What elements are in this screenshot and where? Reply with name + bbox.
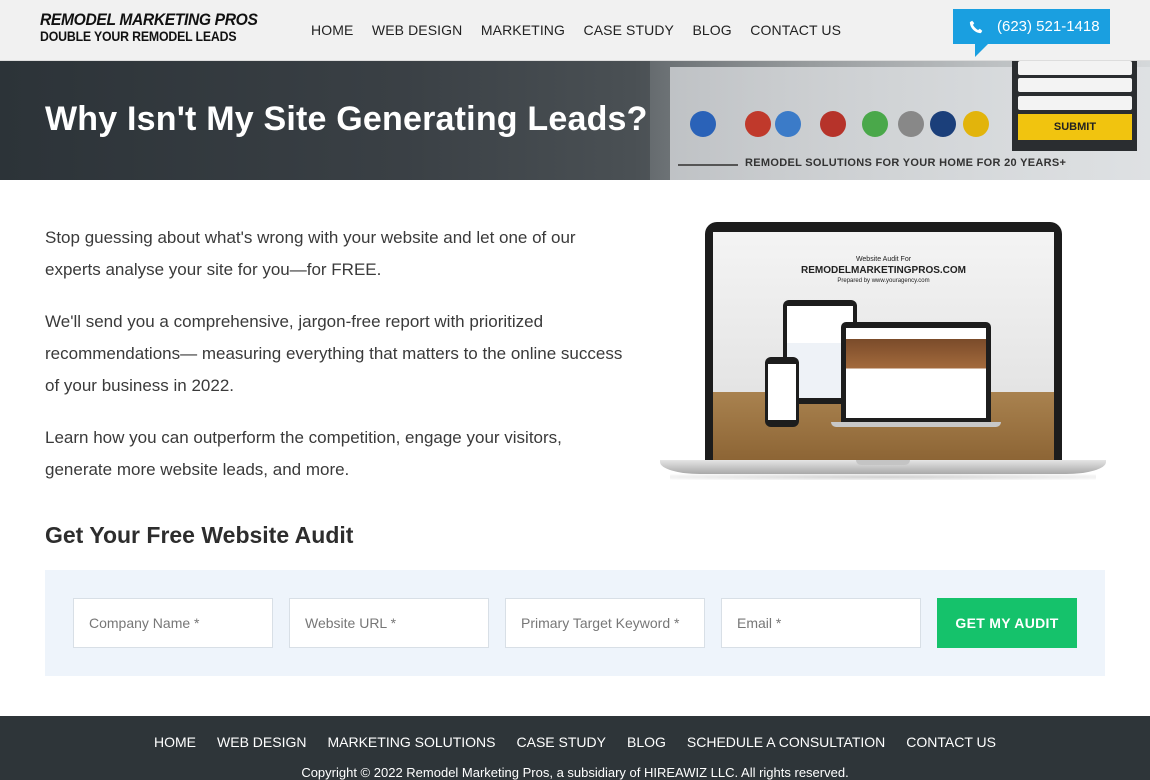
laptop-shadow bbox=[670, 474, 1096, 480]
screen-audit-domain: REMODELMARKETINGPROS.COM bbox=[801, 265, 966, 276]
nav-case-study[interactable]: CASE STUDY bbox=[584, 22, 674, 38]
get-my-audit-button[interactable]: GET MY AUDIT bbox=[937, 598, 1077, 648]
logo[interactable]: REMODEL MARKETING PROS DOUBLE YOUR REMOD… bbox=[40, 10, 276, 43]
phone-device bbox=[765, 357, 799, 427]
badge-icon bbox=[775, 111, 801, 137]
website-url-input[interactable] bbox=[289, 598, 489, 648]
nav-blog[interactable]: BLOG bbox=[692, 22, 731, 38]
site-footer: HOME WEB DESIGN MARKETING SOLUTIONS CASE… bbox=[0, 716, 1150, 780]
footer-nav-contact-us[interactable]: CONTACT US bbox=[906, 734, 996, 750]
badge-icon bbox=[690, 111, 716, 137]
hero-form-field bbox=[1018, 96, 1132, 110]
phone-icon bbox=[969, 20, 983, 34]
page-title: Why Isn't My Site Generating Leads? bbox=[45, 100, 648, 138]
email-input[interactable] bbox=[721, 598, 921, 648]
phone-bubble-tail bbox=[975, 44, 988, 57]
hero-tagline-rule bbox=[678, 164, 738, 166]
intro-paragraph: Learn how you can outperform the competi… bbox=[45, 428, 562, 479]
hero-form-field bbox=[1018, 61, 1132, 75]
footer-nav-home[interactable]: HOME bbox=[154, 734, 196, 750]
footer-nav-schedule-consultation[interactable]: SCHEDULE A CONSULTATION bbox=[687, 734, 885, 750]
copyright-text: Copyright © 2022 Remodel Marketing Pros,… bbox=[301, 765, 849, 780]
footer-nav-case-study[interactable]: CASE STUDY bbox=[517, 734, 606, 750]
logo-title: REMODEL MARKETING PROS bbox=[40, 10, 258, 29]
badge-icon bbox=[745, 111, 771, 137]
company-name-input[interactable] bbox=[73, 598, 273, 648]
audit-form: GET MY AUDIT bbox=[45, 570, 1105, 676]
footer-nav: HOME WEB DESIGN MARKETING SOLUTIONS CASE… bbox=[0, 734, 1150, 750]
screen-audit-prepared: Prepared by www.youragency.com bbox=[837, 278, 930, 284]
hero-form-field bbox=[1018, 78, 1132, 92]
badge-icon bbox=[862, 111, 888, 137]
footer-nav-marketing-solutions[interactable]: MARKETING SOLUTIONS bbox=[327, 734, 495, 750]
intro-copy: Stop guessing about what's wrong with yo… bbox=[45, 222, 625, 506]
nav-marketing[interactable]: MARKETING bbox=[481, 22, 565, 38]
site-header: REMODEL MARKETING PROS DOUBLE YOUR REMOD… bbox=[0, 0, 1150, 61]
main-nav: HOME WEB DESIGN MARKETING CASE STUDY BLO… bbox=[311, 22, 860, 38]
nav-contact-us[interactable]: CONTACT US bbox=[750, 22, 841, 38]
footer-nav-web-design[interactable]: WEB DESIGN bbox=[217, 734, 306, 750]
intro-paragraph: We'll send you a comprehensive, jargon-f… bbox=[45, 312, 623, 395]
hero-submit-image: SUBMIT bbox=[1018, 114, 1132, 140]
logo-tagline: DOUBLE YOUR REMODEL LEADS bbox=[40, 28, 237, 44]
intro-paragraph: Stop guessing about what's wrong with yo… bbox=[45, 228, 576, 279]
laptop-mockup-image: Website Audit For REMODELMARKETINGPROS.C… bbox=[660, 220, 1106, 482]
badge-icon bbox=[963, 111, 989, 137]
phone-button[interactable]: (623) 521-1418 bbox=[953, 9, 1110, 57]
target-keyword-input[interactable] bbox=[505, 598, 705, 648]
nav-web-design[interactable]: WEB DESIGN bbox=[372, 22, 462, 38]
screen-audit-label: Website Audit For bbox=[855, 256, 912, 263]
badge-icon bbox=[898, 111, 924, 137]
badge-icon bbox=[820, 111, 846, 137]
laptop-screen: Website Audit For REMODELMARKETINGPROS.C… bbox=[713, 232, 1054, 460]
phone-number: (623) 521-1418 bbox=[997, 18, 1100, 35]
audit-heading: Get Your Free Website Audit bbox=[45, 522, 354, 548]
small-laptop-base bbox=[831, 422, 1001, 427]
badge-icon bbox=[930, 111, 956, 137]
hero-tagline: REMODEL SOLUTIONS FOR YOUR HOME FOR 20 Y… bbox=[745, 157, 1067, 169]
laptop-notch bbox=[856, 460, 910, 465]
hero-banner: SUBMIT REMODEL SOLUTIONS FOR YOUR HOME F… bbox=[0, 61, 1150, 180]
footer-nav-blog[interactable]: BLOG bbox=[627, 734, 666, 750]
nav-home[interactable]: HOME bbox=[311, 22, 353, 38]
laptop-small-device bbox=[841, 322, 991, 422]
